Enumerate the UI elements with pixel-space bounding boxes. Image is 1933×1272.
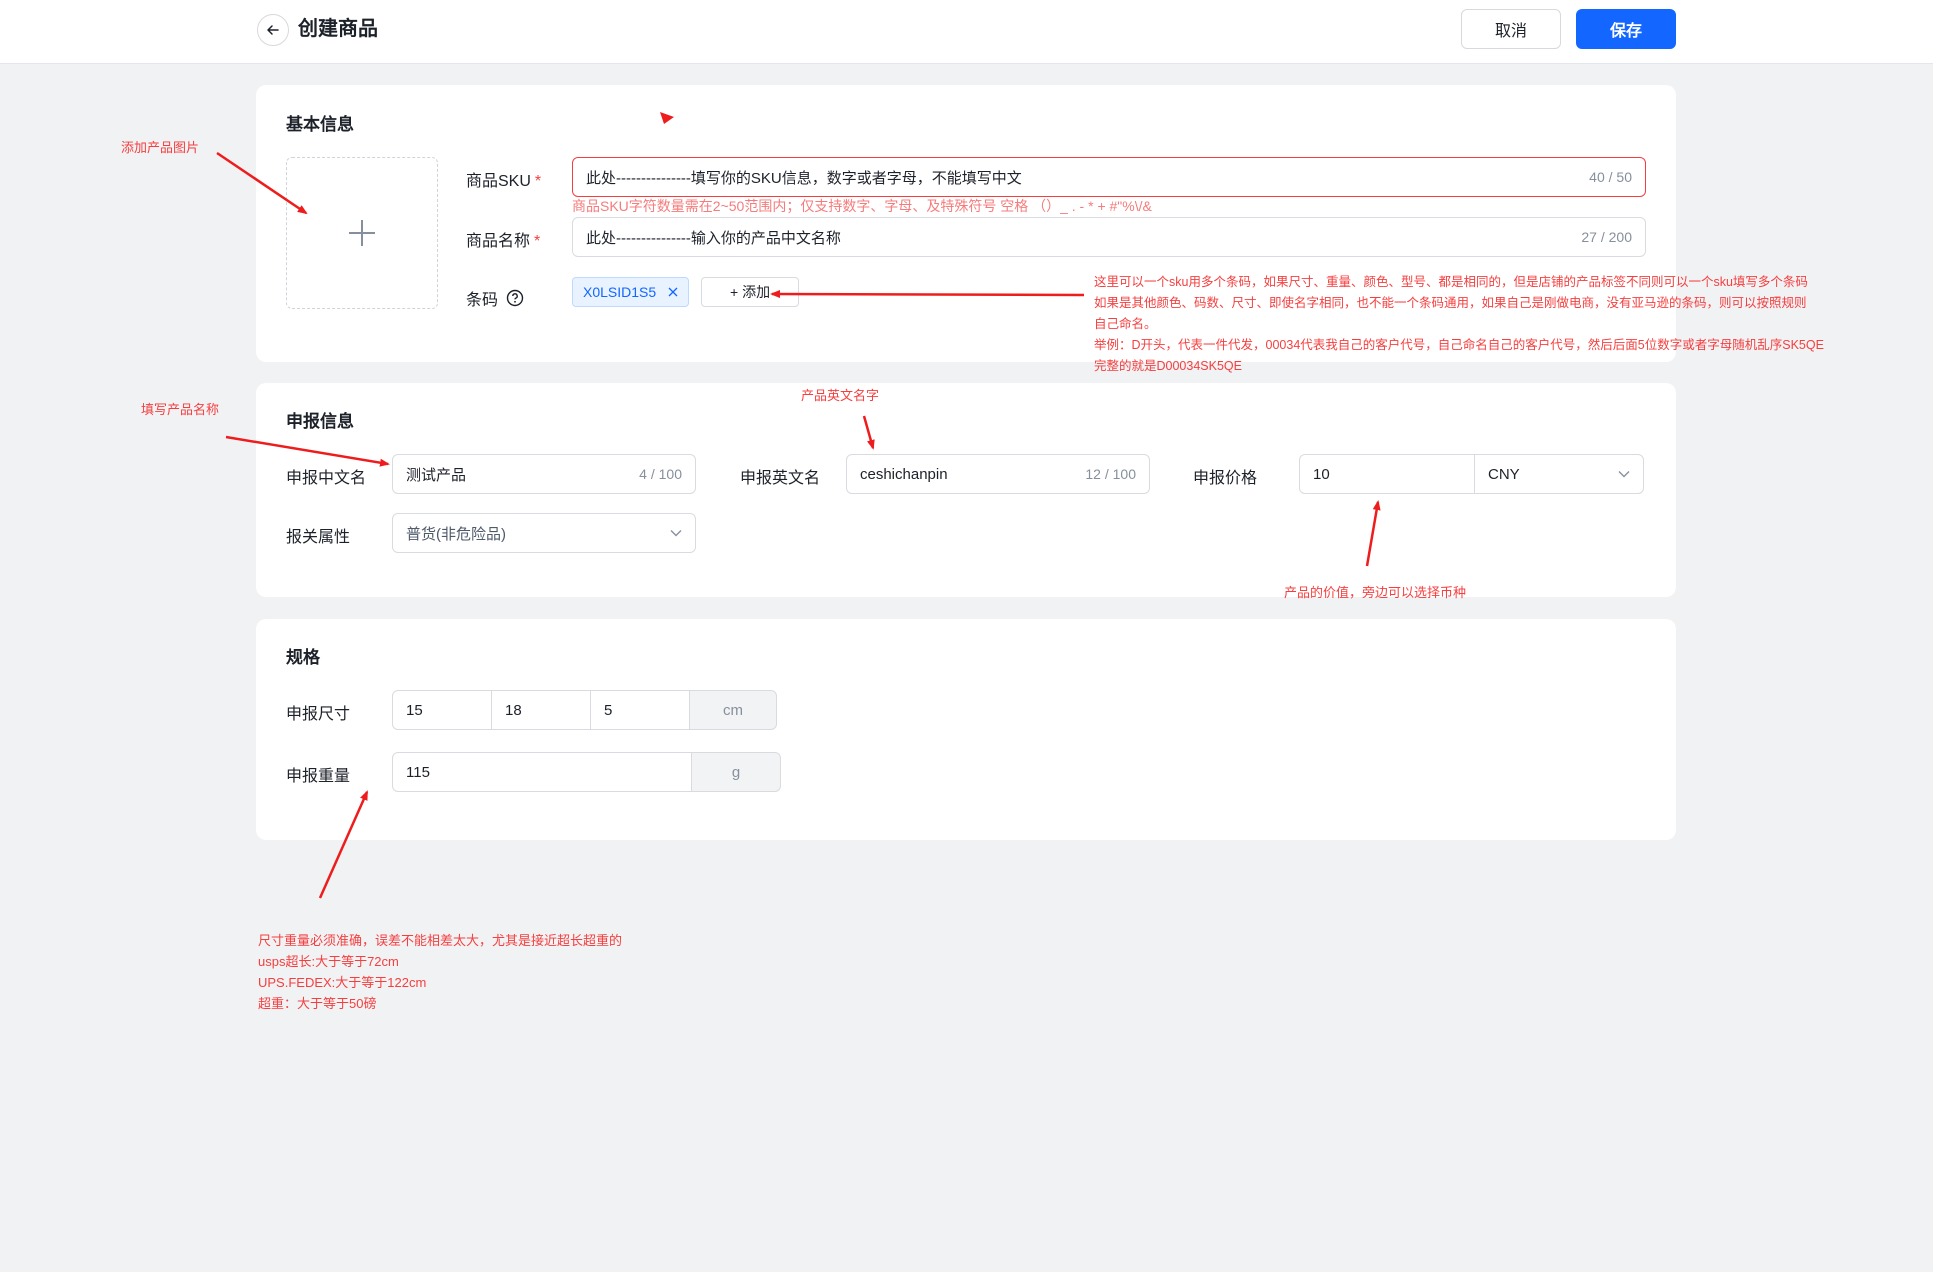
customs-attr-label: 报关属性 [286,529,351,546]
page-title: 创建商品 [298,18,378,40]
arrow-left-icon [267,25,279,35]
product-name-input[interactable]: 此处---------------输入你的产品中文名称 27 / 200 [572,217,1646,257]
currency-value: CNY [1488,465,1520,483]
annotation-price: 产品的价值，旁边可以选择币种 [1284,585,1467,600]
declare-cn-name-value: 测试产品 [406,466,467,484]
currency-select[interactable]: CNY [1474,454,1644,494]
product-name-label: 商品名称 * [466,233,541,250]
annotation-barcode-line: 完整的就是D00034SK5QE [1094,359,1242,373]
help-icon[interactable] [506,289,524,307]
customs-attr-select[interactable]: 普货(非危险品) [392,513,696,553]
annotation-spec-line: 尺寸重量必须准确，误差不能相差太大，尤其是接近超长超重的 [258,933,623,948]
image-upload[interactable] [286,157,438,309]
declare-cn-name-label: 申报中文名 [286,470,367,487]
annotation-add-image: 添加产品图片 [121,140,200,155]
declare-price-label: 申报价格 [1193,470,1258,487]
declare-weight-group: 115 g [392,752,781,792]
section-title-basic: 基本信息 [286,115,354,134]
weight-input[interactable]: 115 [392,752,692,792]
back-button[interactable] [257,14,289,46]
save-button[interactable]: 保存 [1576,9,1676,49]
size-length-input[interactable]: 15 [392,690,492,730]
annotation-barcode-line: 自己命名。 [1094,317,1157,331]
sku-input[interactable]: 此处---------------填写你的SKU信息，数字或者字母，不能填写中文… [572,157,1646,197]
spec-card: 规格 申报尺寸 15 18 5 cm 申报重量 115 g [256,619,1676,840]
declare-price-input[interactable]: 10 [1299,454,1475,494]
declare-price-group: 10 CNY [1299,454,1644,494]
declare-en-name-label: 申报英文名 [740,470,821,487]
declare-en-name-count: 12 / 100 [1085,466,1136,482]
annotation-fill-name: 填写产品名称 [141,402,220,417]
declare-size-label: 申报尺寸 [286,706,351,723]
product-name-count: 27 / 200 [1581,229,1632,245]
annotation-spec-line: usps超长:大于等于72cm [258,954,399,969]
close-icon[interactable] [668,287,678,297]
size-unit: cm [689,690,777,730]
annotation-barcode-line: 举例：D开头，代表一件代发，00034代表我自己的客户代号，自己命名自己的客户代… [1094,338,1824,352]
annotation-barcode: 这里可以一个sku用多个条码，如果尺寸、重量、颜色、型号、都是相同的，但是店铺的… [1094,272,1824,377]
add-barcode-button[interactable]: + 添加 [701,277,800,307]
size-width-input[interactable]: 18 [491,690,591,730]
annotation-barcode-line: 这里可以一个sku用多个条码，如果尺寸、重量、颜色、型号、都是相同的，但是店铺的… [1094,275,1808,289]
customs-attr-value: 普货(非危险品) [406,525,506,543]
cancel-button[interactable]: 取消 [1461,9,1561,49]
weight-unit: g [691,752,781,792]
declare-info-card: 申报信息 申报中文名 测试产品 4 / 100 申报英文名 ceshichanp… [256,383,1676,597]
annotation-spec: 尺寸重量必须准确，误差不能相差太大，尤其是接近超长超重的 usps超长:大于等于… [258,930,622,1014]
sku-value: 此处---------------填写你的SKU信息，数字或者字母，不能填写中文 [586,169,1022,187]
section-title-spec: 规格 [286,648,320,667]
page-header: 创建商品 取消 保存 [0,0,1933,64]
barcode-tag: X0LSID1S5 [572,277,690,307]
declare-en-name-input[interactable]: ceshichanpin 12 / 100 [846,454,1150,494]
annotation-spec-line: UPS.FEDEX:大于等于122cm [258,975,427,990]
declare-weight-label: 申报重量 [286,768,351,785]
annotation-spec-line: 超重：大于等于50磅 [258,996,377,1011]
annotation-en-name: 产品英文名字 [801,388,880,403]
declare-size-group: 15 18 5 cm [392,690,777,730]
plus-icon [349,220,375,246]
sku-count: 40 / 50 [1589,169,1632,185]
declare-cn-name-count: 4 / 100 [639,466,682,482]
sku-label: 商品SKU * [466,173,542,190]
barcode-tag-text: X0LSID1S5 [583,284,657,300]
annotation-barcode-line: 如果是其他颜色、码数、尺寸、即使名字相同，也不能一个条码通用，如果自己是刚做电商… [1094,296,1807,310]
chevron-down-icon [670,530,682,537]
size-height-input[interactable]: 5 [590,690,690,730]
product-name-value: 此处---------------输入你的产品中文名称 [586,229,841,247]
section-title-declare: 申报信息 [286,412,354,431]
sku-error-message: 商品SKU字符数量需在2~50范围内；仅支持数字、字母、及特殊符号 空格 （）_… [572,198,1152,214]
barcode-label: 条码 [466,286,524,310]
declare-cn-name-input[interactable]: 测试产品 4 / 100 [392,454,696,494]
declare-en-name-value: ceshichanpin [860,465,948,483]
chevron-down-icon [1618,471,1630,478]
